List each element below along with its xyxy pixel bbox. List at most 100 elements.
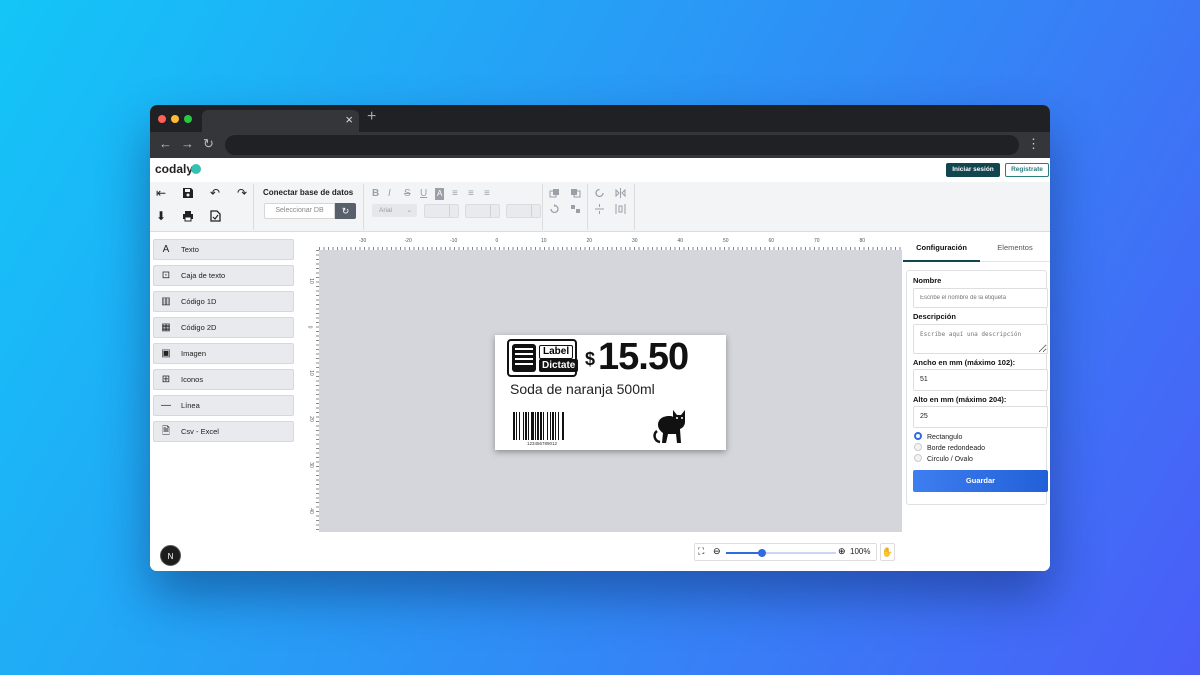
sidebar-item-texto[interactable]: A Texto	[153, 239, 294, 260]
sidebar-item-label: Iconos	[181, 375, 204, 384]
db-select[interactable]: Seleccionar DB	[264, 203, 335, 219]
redo-icon[interactable]: ↷	[237, 187, 247, 199]
close-window-icon[interactable]	[158, 115, 166, 123]
ruler-top-label: 40	[677, 238, 684, 244]
export-document-icon[interactable]	[210, 210, 221, 224]
height-label: Alto en mm (máximo 204):	[913, 395, 1007, 404]
sidebar-item-icon: ▣	[161, 348, 171, 359]
fit-screen-icon[interactable]: ⛶	[698, 546, 704, 557]
flip-horizontal-icon[interactable]	[615, 188, 626, 202]
app-badge[interactable]: N	[160, 545, 181, 566]
browser-titlebar: × +	[150, 105, 1050, 132]
align-center-icon[interactable]: ≡	[468, 188, 474, 200]
browser-tab[interactable]: ×	[202, 110, 359, 132]
sidebar-item-label: Texto	[181, 245, 199, 254]
sidebar-item-c-digo-1d[interactable]: ▥ Código 1D	[153, 291, 294, 312]
download-icon[interactable]: ⬇	[156, 210, 166, 222]
price-currency: $	[585, 349, 596, 369]
distribute-horizontal-icon[interactable]	[615, 204, 626, 218]
back-icon[interactable]: ←	[159, 136, 172, 151]
text-case-icon[interactable]: A	[435, 188, 445, 200]
italic-icon[interactable]: I	[388, 188, 391, 200]
indent-icon[interactable]: ⇤	[156, 187, 166, 199]
undo-icon[interactable]: ↶	[210, 187, 220, 199]
sidebar-item-csv-excel[interactable]: 🗎 Csv - Excel	[153, 421, 294, 442]
url-field[interactable]	[225, 135, 1019, 155]
db-title: Conectar base de datos	[263, 188, 354, 197]
zoom-controls: ⛶ ⊖ ⊕ 100%	[694, 543, 877, 561]
sidebar-item-icon: ▦	[161, 322, 171, 333]
sidebar-item-l-nea[interactable]: — Línea	[153, 395, 294, 416]
zoom-slider[interactable]	[726, 549, 836, 557]
send-backward-icon[interactable]	[570, 188, 581, 202]
height-input[interactable]: 25	[913, 406, 1048, 428]
sidebar-item-label: Línea	[181, 401, 200, 410]
sidebar-item-caja-de-texto[interactable]: ⊡ Caja de texto	[153, 265, 294, 286]
new-tab-icon[interactable]: +	[367, 108, 376, 126]
db-refresh-button[interactable]: ↻	[335, 203, 356, 219]
underline-icon[interactable]: U	[420, 188, 427, 200]
print-icon[interactable]	[182, 210, 194, 224]
save-button[interactable]: Guardar	[913, 470, 1048, 492]
product-name: Soda de naranja 500ml	[510, 381, 655, 397]
letter-spacing-stepper[interactable]	[465, 204, 500, 218]
register-button[interactable]: Registrate	[1005, 163, 1049, 177]
rotate-left-icon[interactable]	[594, 188, 605, 202]
app-header: codaly Iniciar sesión Registrate	[150, 158, 1050, 182]
align-left-icon[interactable]: ≡	[452, 188, 458, 200]
distribute-vertical-icon[interactable]	[594, 204, 605, 218]
group-icon[interactable]	[570, 204, 581, 218]
bring-forward-icon[interactable]	[549, 188, 560, 202]
maximize-window-icon[interactable]	[184, 115, 192, 123]
shape-radio-rectangle[interactable]: Rectangulo	[914, 432, 962, 441]
tab-elementos[interactable]: Elementos	[980, 233, 1050, 262]
sidebar-item-label: Caja de texto	[181, 271, 226, 280]
description-textarea[interactable]	[913, 324, 1048, 354]
ruler-top-label: -10	[450, 238, 458, 244]
sidebar-item-label: Imagen	[181, 349, 207, 358]
pan-hand-button[interactable]: ✋	[880, 543, 895, 561]
ruler-left-label: 10	[307, 278, 314, 284]
reload-icon[interactable]: ↻	[203, 136, 214, 152]
ruler-top-label: 10	[541, 238, 547, 244]
name-input[interactable]	[913, 288, 1048, 308]
zoom-out-icon[interactable]: ⊖	[713, 546, 721, 557]
width-input[interactable]: 51	[913, 369, 1048, 391]
ruler-left-label: 10	[307, 370, 314, 376]
font-family-select[interactable]: Arial ⌄	[372, 204, 417, 217]
tab-configuracion[interactable]: Configuración	[903, 233, 980, 262]
barcode-image	[513, 412, 564, 440]
label-preview[interactable]: Label Dictate $ 15.50 Soda de naranja 50…	[495, 335, 726, 450]
align-right-icon[interactable]: ≡	[484, 188, 490, 200]
strikethrough-icon[interactable]: S	[404, 188, 411, 200]
zoom-in-icon[interactable]: ⊕	[838, 546, 846, 557]
font-size-stepper[interactable]	[424, 204, 459, 218]
shape-radio-circle[interactable]: Circulo / Ovalo	[914, 454, 973, 463]
printer-logo-icon	[512, 344, 536, 372]
config-panel: Configuración Elementos Nombre Descripci…	[903, 233, 1050, 571]
ruler-left-label: 30	[307, 462, 314, 468]
ruler-top-label: -20	[404, 238, 412, 244]
login-button[interactable]: Iniciar sesión	[946, 163, 1000, 177]
ruler-left-label: 40	[307, 508, 314, 514]
sidebar-item-iconos[interactable]: ⊞ Iconos	[153, 369, 294, 390]
zoom-slider-thumb[interactable]	[758, 549, 767, 557]
minimize-window-icon[interactable]	[171, 115, 179, 123]
bold-icon[interactable]: B	[372, 188, 379, 200]
save-icon[interactable]	[182, 187, 194, 201]
forward-icon[interactable]: →	[181, 136, 194, 151]
browser-window: × + ← → ↻ ⋮ codaly Iniciar sesión Regist…	[150, 105, 1050, 571]
browser-menu-icon[interactable]: ⋮	[1027, 136, 1040, 152]
sidebar-item-icon: —	[161, 400, 171, 411]
shape-radio-rounded[interactable]: Borde redondeado	[914, 443, 985, 452]
toolbar: ⇤ ↶ ↷ ⬇ Conectar base de datos Seleccion…	[150, 182, 1050, 232]
sidebar-item-imagen[interactable]: ▣ Imagen	[153, 343, 294, 364]
line-height-stepper[interactable]	[506, 204, 541, 218]
sidebar-item-c-digo-2d[interactable]: ▦ Código 2D	[153, 317, 294, 338]
rotate-icon[interactable]	[549, 204, 560, 218]
sidebar-item-icon: ▥	[161, 296, 171, 307]
app-logo[interactable]: codaly	[155, 162, 202, 176]
ruler-top-label: 30	[632, 238, 638, 244]
chevron-down-icon: ⌄	[406, 207, 412, 214]
tab-close-icon[interactable]: ×	[345, 112, 353, 127]
